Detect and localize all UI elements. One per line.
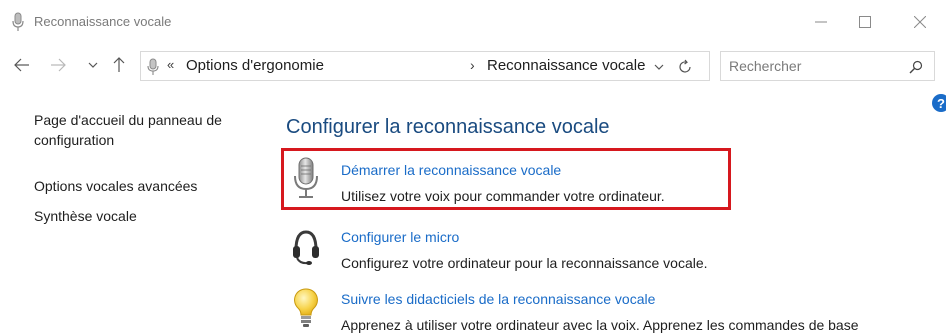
search-input[interactable] [729, 56, 899, 76]
title-bar: Reconnaissance vocale [0, 0, 946, 44]
refresh-button[interactable] [675, 57, 695, 77]
sidebar-item-text-to-speech[interactable]: Synthèse vocale [34, 206, 137, 226]
chevron-down-icon [654, 64, 664, 70]
refresh-icon [679, 59, 691, 73]
forward-button[interactable] [47, 54, 69, 76]
arrow-right-icon [51, 58, 66, 72]
address-overflow-chevron[interactable]: « [167, 57, 174, 72]
microphone-icon [290, 156, 322, 200]
close-button[interactable] [897, 6, 943, 38]
maximize-icon [859, 16, 871, 28]
minimize-icon [815, 21, 827, 23]
minimize-button[interactable] [798, 6, 844, 38]
arrow-up-icon [113, 57, 125, 72]
recent-locations-button[interactable] [82, 54, 104, 76]
breadcrumb-separator[interactable]: › [470, 57, 475, 73]
microphone-icon [11, 12, 25, 32]
address-bar[interactable]: « Options d'ergonomie › Reconnaissance v… [140, 51, 710, 81]
speech-tutorial-link[interactable]: Suivre les didacticiels de la reconnaiss… [341, 291, 655, 307]
help-icon[interactable]: ? [932, 94, 946, 112]
breadcrumb-reconnaissance-vocale[interactable]: Reconnaissance vocale [487, 57, 645, 74]
close-icon [914, 16, 926, 28]
lightbulb-icon [290, 286, 322, 330]
configure-microphone-description: Configurez votre ordinateur pour la reco… [341, 255, 708, 271]
search-icon[interactable] [907, 58, 925, 76]
page-title: Configurer la reconnaissance vocale [286, 116, 610, 138]
speech-tutorial-description: Apprenez à utiliser votre ordinateur ave… [341, 317, 859, 333]
up-button[interactable] [108, 54, 130, 76]
maximize-button[interactable] [842, 6, 888, 38]
headset-icon [290, 226, 322, 270]
microphone-icon [147, 58, 159, 76]
search-box[interactable] [720, 51, 935, 81]
window-title: Reconnaissance vocale [34, 14, 172, 29]
arrow-left-icon [14, 58, 29, 72]
start-speech-recognition-link[interactable]: Démarrer la reconnaissance vocale [341, 162, 561, 178]
back-button[interactable] [11, 54, 33, 76]
navigation-bar: « Options d'ergonomie › Reconnaissance v… [0, 48, 946, 84]
chevron-down-icon [88, 62, 98, 68]
sidebar-item-control-panel-home[interactable]: Page d'accueil du panneau de configurati… [34, 110, 264, 150]
address-history-dropdown[interactable] [651, 59, 667, 75]
sidebar-item-advanced-speech-options[interactable]: Options vocales avancées [34, 176, 197, 196]
breadcrumb-ergonomie[interactable]: Options d'ergonomie [186, 57, 324, 74]
configure-microphone-link[interactable]: Configurer le micro [341, 229, 459, 245]
start-speech-recognition-description: Utilisez votre voix pour commander votre… [341, 188, 665, 204]
